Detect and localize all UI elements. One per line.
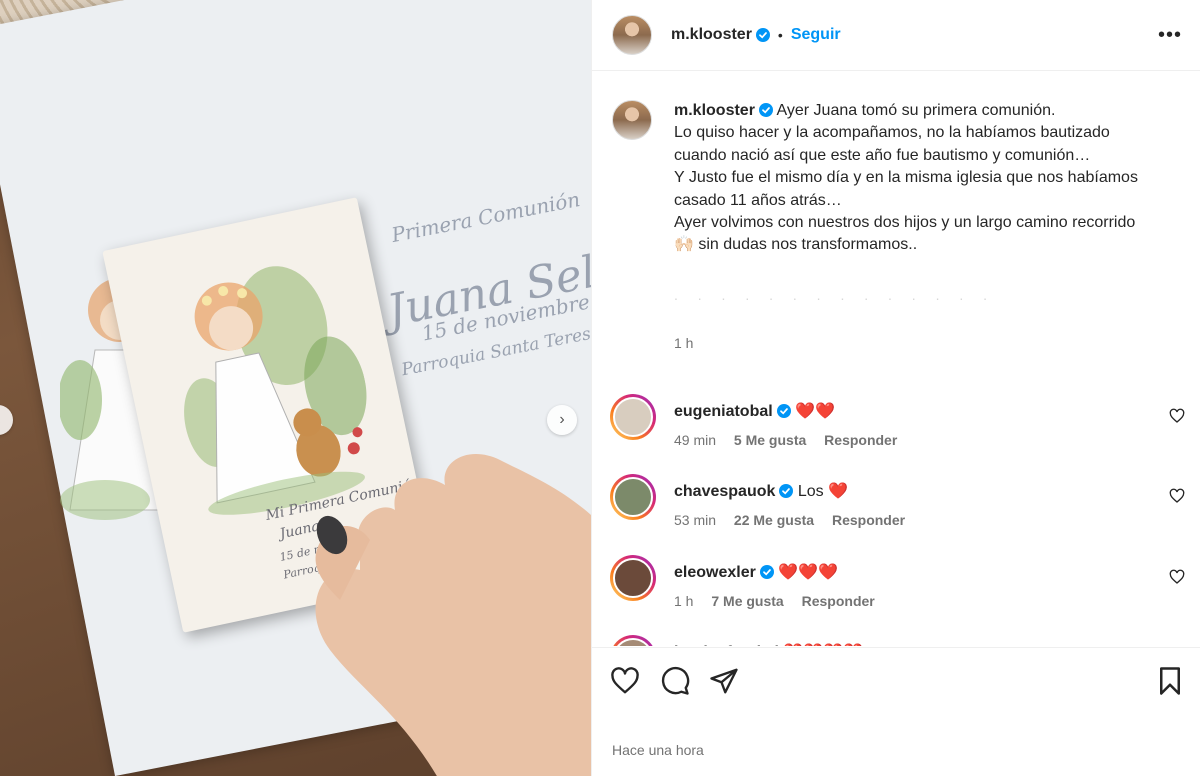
author-username[interactable]: m.klooster <box>671 26 752 44</box>
caption-line-2: Lo quiso hacer y la acompañamos, no la h… <box>674 124 1110 142</box>
author-avatar[interactable] <box>612 15 652 55</box>
commenter-avatar[interactable] <box>610 394 656 440</box>
caption-faded-text: . . . . . . . . . . . . . . <box>674 286 996 303</box>
caption-avatar[interactable] <box>612 100 652 140</box>
comments-scroll-area[interactable]: m.klooster Ayer Juana tomó su primera co… <box>592 72 1200 646</box>
caption-line-5: casado 11 años atrás… <box>674 191 842 209</box>
comment-text: ❤️❤️❤️ <box>778 564 839 581</box>
comment-likes[interactable]: 7 Me gusta <box>711 593 783 609</box>
commenter-username[interactable]: chavespauok <box>674 483 775 500</box>
comment-time[interactable]: 53 min <box>674 512 716 528</box>
comment-text: Los ❤️ <box>797 483 849 500</box>
heart-icon[interactable] <box>1169 488 1185 504</box>
caption-line-7: 🙌🏻 sin dudas nos transformamos.. <box>674 236 918 254</box>
comment-item: chavespauok Los ❤️ 53 min 22 Me gusta Re… <box>610 474 1185 534</box>
comment-time[interactable]: 1 h <box>674 593 693 609</box>
reply-button[interactable]: Responder <box>832 512 905 528</box>
comment-time[interactable]: 49 min <box>674 432 716 448</box>
commenter-avatar[interactable] <box>610 474 656 520</box>
verified-icon <box>755 28 770 42</box>
action-bar <box>592 647 1200 719</box>
comment-item: eleowexler ❤️❤️❤️ 1 h 7 Me gusta Respond… <box>610 555 1185 615</box>
verified-icon <box>776 404 791 418</box>
reply-button[interactable]: Responder <box>802 593 875 609</box>
verified-icon <box>758 103 773 117</box>
separator-dot: • <box>777 27 783 43</box>
heart-icon[interactable] <box>610 666 640 696</box>
comment-likes[interactable]: 5 Me gusta <box>734 432 806 448</box>
chevron-left-icon: ‹ <box>0 411 1 429</box>
heart-icon[interactable] <box>1169 569 1185 585</box>
post-timestamp[interactable]: Hace una hora <box>612 742 704 758</box>
comment-text: ❤️❤️❤️❤️ <box>783 644 863 646</box>
heart-icon[interactable] <box>1169 408 1185 424</box>
share-icon[interactable] <box>709 666 739 696</box>
verified-icon <box>759 565 774 579</box>
comment-likes[interactable]: 22 Me gusta <box>734 512 814 528</box>
comment-item: eugeniatobal ❤️❤️ 49 min 5 Me gusta Resp… <box>610 394 1185 454</box>
caption-time[interactable]: 1 h <box>674 335 1182 351</box>
caption-username[interactable]: m.klooster <box>674 102 755 119</box>
caption-line-1: Ayer Juana tomó su primera comunión. <box>776 102 1056 119</box>
commenter-avatar[interactable] <box>610 635 656 646</box>
post-image[interactable]: Primera Comunión Juana Selinger 15 de no… <box>0 0 591 776</box>
bookmark-icon[interactable] <box>1155 666 1185 696</box>
comment-item: bettinafrenkel ❤️❤️❤️❤️ <box>610 635 1185 646</box>
comment-icon[interactable] <box>660 666 690 696</box>
post-caption: m.klooster Ayer Juana tomó su primera co… <box>612 100 1182 351</box>
caption-line-3: cuando nació así que este año fue bautis… <box>674 146 1091 164</box>
post-side-panel: m.klooster • Seguir ••• m.klooster Ayer … <box>591 0 1200 776</box>
previous-image-button[interactable]: ‹ <box>0 405 13 435</box>
more-options-icon[interactable]: ••• <box>1158 24 1182 47</box>
commenter-username[interactable]: eleowexler <box>674 564 756 581</box>
commenter-avatar[interactable] <box>610 555 656 601</box>
verified-icon <box>779 484 794 498</box>
follow-button[interactable]: Seguir <box>791 26 841 44</box>
post-header: m.klooster • Seguir ••• <box>592 0 1200 71</box>
hand <box>315 454 591 776</box>
chevron-right-icon: › <box>559 411 565 428</box>
commenter-username[interactable]: eugeniatobal <box>674 403 773 420</box>
comment-text: ❤️❤️ <box>795 403 835 420</box>
commenter-username[interactable]: bettinafrenkel <box>674 644 779 646</box>
caption-line-6: Ayer volvimos con nuestros dos hijos y u… <box>674 214 1136 232</box>
caption-line-4: Y Justo fue el mismo día y en la misma i… <box>674 169 1138 187</box>
reply-button[interactable]: Responder <box>824 432 897 448</box>
next-image-button[interactable]: › <box>547 405 577 435</box>
